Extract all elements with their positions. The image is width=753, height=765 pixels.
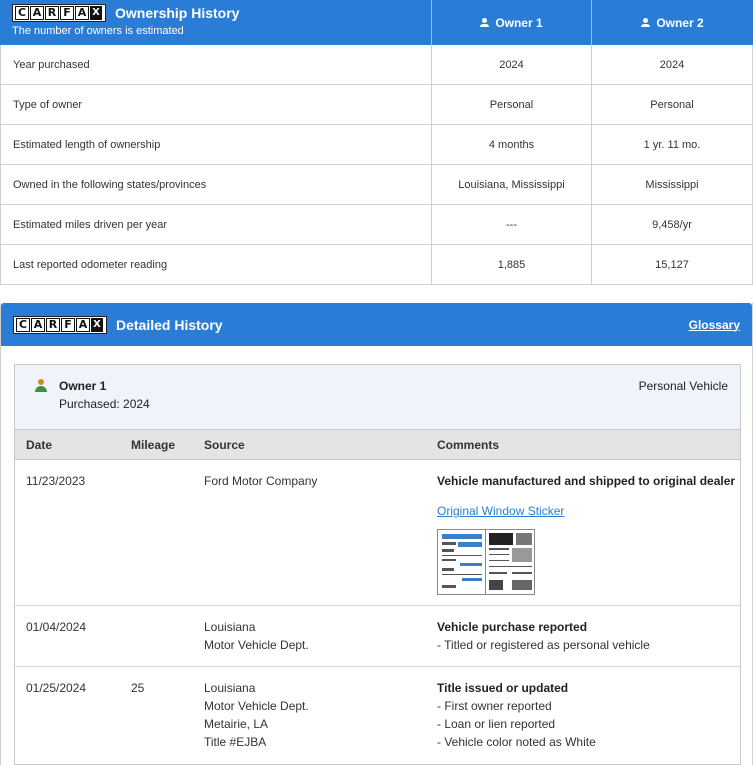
owner-person-icon	[35, 379, 47, 393]
person-icon	[480, 18, 490, 27]
logo-letter: F	[61, 317, 75, 332]
record-comments: Vehicle manufactured and shipped to orig…	[426, 460, 740, 605]
row-label: Year purchased	[0, 45, 432, 84]
col-date-header: Date	[26, 437, 53, 452]
owner1-label: Owner 1	[495, 15, 543, 30]
table-row: 01/04/2024 Louisiana Motor Vehicle Dept.…	[15, 606, 740, 667]
record-source: Louisiana Motor Vehicle Dept.	[193, 606, 426, 666]
row-label: Owned in the following states/provinces	[0, 165, 432, 204]
logo-letter: R	[46, 317, 60, 332]
owner1-value: Louisiana, Mississippi	[432, 165, 592, 204]
ownership-row: Estimated miles driven per year --- 9,45…	[0, 205, 753, 245]
owner1-value: Personal	[432, 85, 592, 124]
ownership-title-cell: CARFAX Ownership History The number of o…	[0, 0, 432, 45]
sticker-page-right	[486, 530, 534, 594]
comment-line: - Vehicle color noted as White	[437, 735, 596, 749]
owner1-value: ---	[432, 205, 592, 244]
record-source: Louisiana Motor Vehicle Dept. Metairie, …	[193, 667, 426, 765]
comment-line: - Loan or lien reported	[437, 717, 556, 731]
table-row: 11/23/2023 Ford Motor Company Vehicle ma…	[15, 460, 740, 606]
logo-letter: R	[45, 6, 59, 20]
logo-letter: F	[60, 6, 74, 20]
ownership-row: Year purchased 2024 2024	[0, 45, 753, 85]
record-mileage: 25	[131, 681, 145, 695]
record-source: Ford Motor Company	[193, 460, 426, 605]
owner1-value: 4 months	[432, 125, 592, 164]
record-comments: Title issued or updated - First owner re…	[426, 667, 740, 765]
carfax-logo: CARFAX	[12, 4, 106, 22]
source-line: Motor Vehicle Dept.	[204, 699, 309, 713]
person-icon	[641, 18, 651, 27]
comment-title: Vehicle purchase reported	[437, 620, 588, 634]
source-line: Title #EJBA	[204, 735, 267, 749]
logo-letter: A	[31, 317, 45, 332]
logo-letter: A	[76, 317, 90, 332]
source-line: Ford Motor Company	[204, 474, 318, 488]
row-label: Estimated miles driven per year	[0, 205, 432, 244]
logo-letter: C	[16, 317, 30, 332]
col-comments-header: Comments	[437, 437, 500, 452]
row-label: Type of owner	[0, 85, 432, 124]
comment-line: - First owner reported	[437, 699, 552, 713]
comment-line: - Titled or registered as personal vehic…	[437, 638, 650, 652]
carfax-logo: CARFAX	[13, 315, 107, 334]
record-mileage	[120, 460, 193, 605]
owner2-column-header: Owner 2	[592, 0, 753, 45]
owner2-label: Owner 2	[656, 15, 704, 30]
detailed-title: Detailed History	[116, 316, 223, 333]
row-label: Last reported odometer reading	[0, 245, 432, 284]
detailed-history-section: CARFAX Detailed History Glossary Owner 1…	[0, 303, 753, 765]
logo-letter: X	[90, 6, 102, 20]
owner-name: Owner 1	[59, 379, 107, 393]
record-date: 01/25/2024	[26, 681, 87, 695]
owner2-value: 2024	[592, 45, 753, 84]
logo-letter: A	[75, 6, 89, 20]
record-mileage	[120, 606, 193, 666]
logo-letter: A	[30, 6, 44, 20]
source-line: Motor Vehicle Dept.	[204, 638, 309, 652]
owner-vehicle-type: Personal Vehicle	[638, 379, 728, 393]
owner2-value: 15,127	[592, 245, 753, 284]
owner1-value: 2024	[432, 45, 592, 84]
glossary-link[interactable]: Glossary	[689, 318, 740, 332]
source-line: Metairie, LA	[204, 717, 269, 731]
owner1-value: 1,885	[432, 245, 592, 284]
record-comments: Vehicle purchase reported - Titled or re…	[426, 606, 740, 666]
record-date: 11/23/2023	[26, 474, 86, 488]
sticker-page-left	[438, 530, 486, 594]
ownership-header: CARFAX Ownership History The number of o…	[0, 0, 753, 45]
owner-summary: Owner 1 Purchased: 2024 Personal Vehicle	[15, 365, 740, 430]
col-mileage-header: Mileage	[131, 437, 176, 452]
col-source-header: Source	[204, 437, 245, 452]
ownership-title: Ownership History	[115, 5, 240, 21]
owner-purchased: Purchased: 2024	[59, 397, 150, 411]
detailed-header: CARFAX Detailed History Glossary	[1, 303, 752, 346]
owner2-value: 9,458/yr	[592, 205, 753, 244]
logo-letter: C	[15, 6, 29, 20]
owner2-value: Personal	[592, 85, 753, 124]
ownership-row: Owned in the following states/provinces …	[0, 165, 753, 205]
owner2-value: 1 yr. 11 mo.	[592, 125, 753, 164]
comment-title: Vehicle manufactured and shipped to orig…	[437, 474, 736, 488]
ownership-subtitle: The number of owners is estimated	[12, 25, 184, 37]
history-table-header: Date Mileage Source Comments	[15, 430, 740, 460]
ownership-row: Type of owner Personal Personal	[0, 85, 753, 125]
window-sticker-thumbnail[interactable]	[437, 529, 535, 595]
source-line: Louisiana	[204, 681, 256, 695]
ownership-row: Estimated length of ownership 4 months 1…	[0, 125, 753, 165]
source-line: Louisiana	[204, 620, 256, 634]
comment-title: Title issued or updated	[437, 681, 569, 695]
ownership-row: Last reported odometer reading 1,885 15,…	[0, 245, 753, 285]
owner1-column-header: Owner 1	[432, 0, 592, 45]
table-row: 01/25/2024 25 Louisiana Motor Vehicle De…	[15, 667, 740, 765]
owner2-value: Mississippi	[592, 165, 753, 204]
owner-card: Owner 1 Purchased: 2024 Personal Vehicle…	[14, 364, 741, 765]
record-date: 01/04/2024	[26, 620, 87, 634]
row-label: Estimated length of ownership	[0, 125, 432, 164]
logo-letter: X	[91, 317, 103, 332]
ownership-history-section: CARFAX Ownership History The number of o…	[0, 0, 753, 285]
window-sticker-link[interactable]: Original Window Sticker	[437, 502, 740, 520]
